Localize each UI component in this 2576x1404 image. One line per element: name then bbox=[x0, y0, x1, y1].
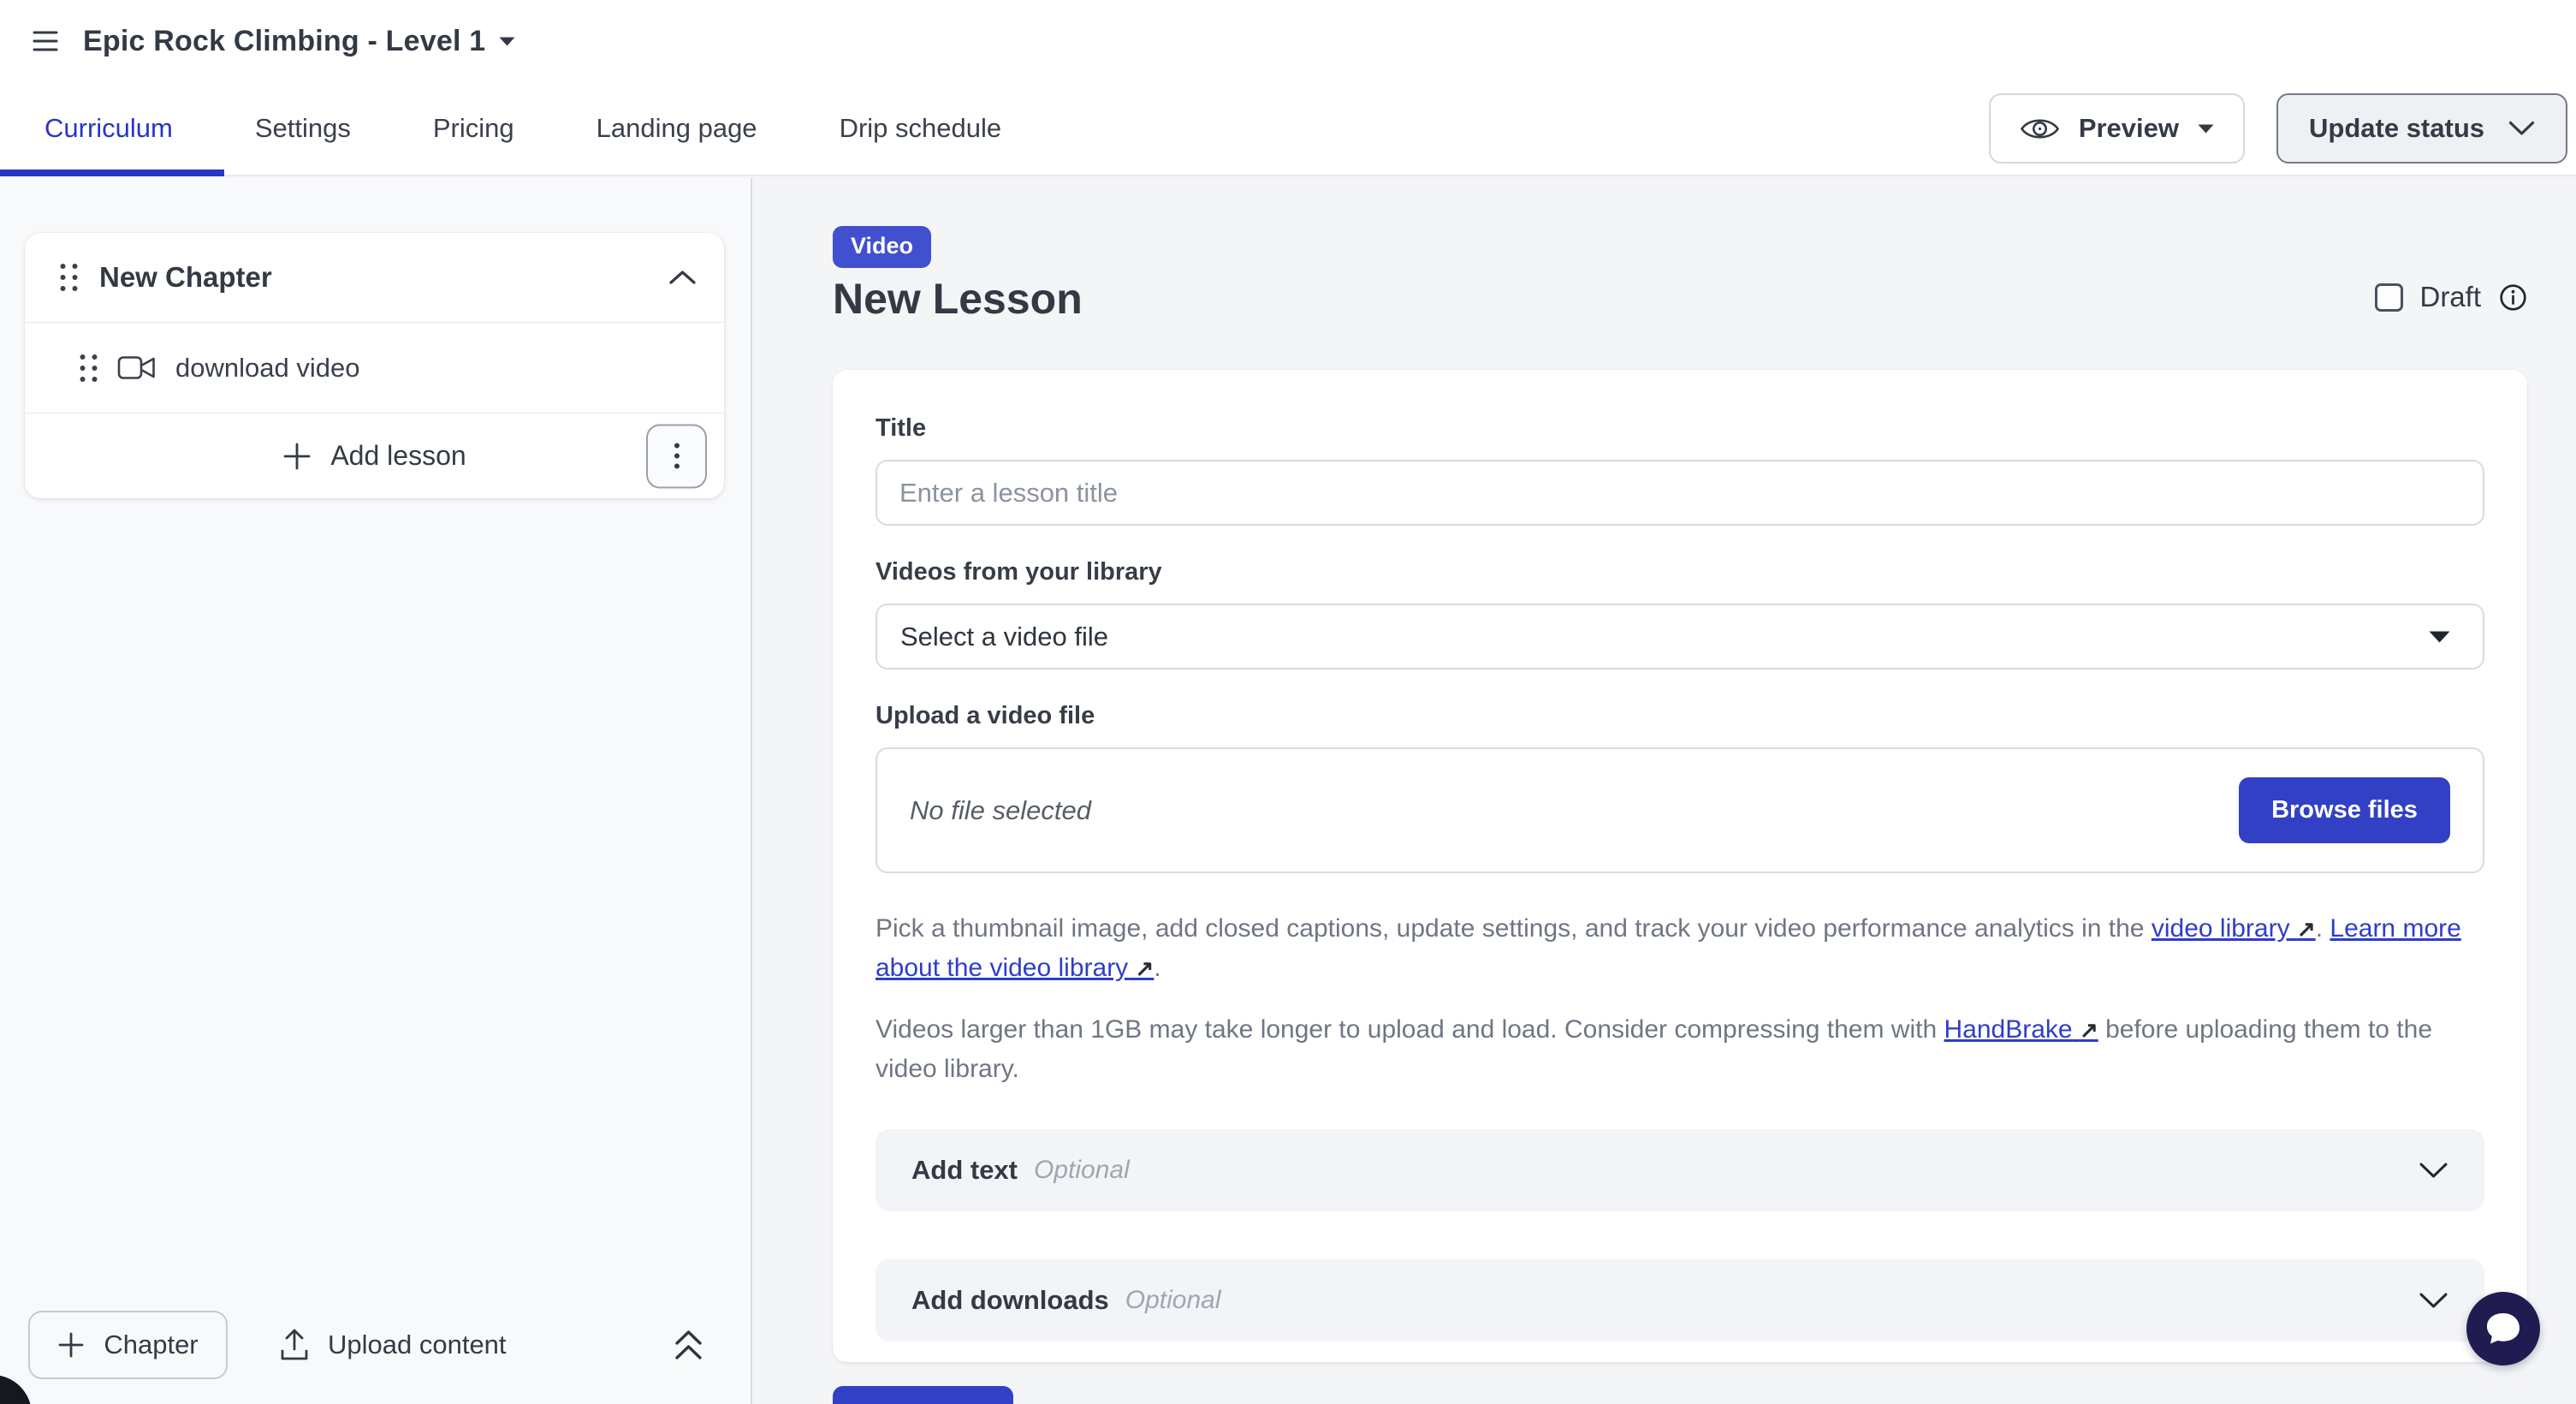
chevron-down-icon bbox=[2508, 121, 2535, 136]
title-field-group: Title bbox=[875, 414, 2484, 526]
help-text: . bbox=[2316, 914, 2330, 943]
add-text-section[interactable]: Add text Optional bbox=[875, 1129, 2484, 1211]
link-label: video library bbox=[2152, 914, 2290, 943]
tab-landing-page[interactable]: Landing page bbox=[597, 113, 757, 144]
upload-field-label: Upload a video file bbox=[875, 702, 2484, 730]
video-camera-icon bbox=[117, 354, 157, 382]
compression-help-paragraph: Videos larger than 1GB may take longer t… bbox=[875, 1010, 2484, 1088]
update-status-label: Update status bbox=[2309, 113, 2484, 144]
drag-handle-icon[interactable] bbox=[59, 262, 79, 293]
top-bar: Epic Rock Climbing - Level 1 bbox=[0, 0, 2576, 82]
curriculum-sidebar: New Chapter bbox=[0, 178, 752, 1404]
video-library-select[interactable]: Select a video file bbox=[875, 604, 2484, 669]
caret-down-icon bbox=[2429, 631, 2450, 643]
preview-button[interactable]: Preview bbox=[1989, 93, 2245, 164]
add-chapter-button[interactable]: Chapter bbox=[28, 1311, 228, 1379]
help-text: Pick a thumbnail image, add closed capti… bbox=[875, 914, 2152, 943]
library-field-group: Videos from your library Select a video … bbox=[875, 558, 2484, 669]
save-lesson-button[interactable]: Save lesson bbox=[833, 1386, 1013, 1404]
help-text: . bbox=[1154, 954, 1160, 982]
hamburger-menu-icon[interactable] bbox=[27, 22, 64, 60]
lesson-page-title: New Lesson bbox=[833, 274, 1083, 324]
video-library-select-value: Select a video file bbox=[900, 622, 1108, 652]
caret-down-icon bbox=[499, 37, 515, 46]
collapse-all-button[interactable] bbox=[674, 1329, 703, 1361]
add-downloads-label: Add downloads bbox=[911, 1285, 1109, 1316]
upload-icon bbox=[278, 1328, 311, 1362]
chapter-card: New Chapter bbox=[25, 233, 724, 498]
plus-icon bbox=[282, 442, 312, 471]
chat-bubble-icon bbox=[2484, 1311, 2523, 1347]
chevron-down-icon bbox=[2419, 1292, 2448, 1309]
lesson-row[interactable]: download video bbox=[25, 323, 724, 413]
lesson-type-badge: Video bbox=[833, 226, 931, 268]
optional-label: Optional bbox=[1125, 1286, 1221, 1315]
add-lesson-row: Add lesson bbox=[25, 413, 724, 498]
link-label: HandBrake bbox=[1944, 1015, 2073, 1044]
tab-bar: Curriculum Settings Pricing Landing page… bbox=[0, 82, 2576, 176]
corner-widget bbox=[0, 1375, 32, 1404]
tab-drip-schedule[interactable]: Drip schedule bbox=[840, 113, 1002, 144]
sidebar-footer: Chapter Upload content bbox=[28, 1311, 703, 1379]
add-lesson-label: Add lesson bbox=[330, 440, 466, 472]
tabs: Curriculum Settings Pricing Landing page… bbox=[45, 113, 1001, 144]
video-help-paragraph: Pick a thumbnail image, add closed capti… bbox=[875, 909, 2484, 988]
file-drop-zone[interactable]: No file selected Browse files bbox=[875, 747, 2484, 873]
eye-icon bbox=[2020, 114, 2060, 144]
add-lesson-button[interactable]: Add lesson bbox=[282, 440, 466, 472]
double-chevron-up-icon bbox=[674, 1329, 703, 1361]
tab-bar-actions: Preview Update status bbox=[1989, 93, 2567, 164]
tab-pricing[interactable]: Pricing bbox=[433, 113, 514, 144]
library-field-label: Videos from your library bbox=[875, 558, 2484, 586]
chevron-up-icon[interactable] bbox=[668, 270, 697, 285]
chapter-options-button[interactable] bbox=[646, 424, 707, 488]
drag-handle-icon[interactable] bbox=[79, 353, 98, 384]
no-file-text: No file selected bbox=[910, 795, 1091, 826]
external-link-icon: ↗ bbox=[2080, 1017, 2098, 1043]
course-switcher[interactable]: Epic Rock Climbing - Level 1 bbox=[83, 25, 515, 58]
lesson-title: download video bbox=[175, 353, 359, 384]
active-tab-underline bbox=[0, 170, 224, 176]
optional-label: Optional bbox=[1034, 1156, 1130, 1185]
tab-settings[interactable]: Settings bbox=[255, 113, 351, 144]
chat-widget-button[interactable] bbox=[2466, 1292, 2540, 1365]
draft-label: Draft bbox=[2419, 281, 2481, 313]
lesson-form-card: Title Videos from your library Select a … bbox=[833, 370, 2527, 1362]
external-link-icon: ↗ bbox=[1136, 955, 1154, 981]
draft-checkbox[interactable] bbox=[2375, 283, 2403, 312]
add-text-label: Add text bbox=[911, 1155, 1018, 1186]
add-chapter-label: Chapter bbox=[104, 1330, 198, 1360]
draft-toggle-group: Draft bbox=[2375, 281, 2527, 313]
preview-button-label: Preview bbox=[2079, 113, 2179, 144]
video-library-link[interactable]: video library ↗ bbox=[2152, 914, 2316, 943]
course-title: Epic Rock Climbing - Level 1 bbox=[83, 25, 485, 58]
browse-files-button[interactable]: Browse files bbox=[2239, 777, 2450, 843]
chapter-header: New Chapter bbox=[25, 233, 724, 323]
tab-curriculum[interactable]: Curriculum bbox=[45, 113, 173, 144]
handbrake-link[interactable]: HandBrake ↗ bbox=[1944, 1015, 2098, 1044]
plus-icon bbox=[57, 1331, 85, 1359]
upload-content-button[interactable]: Upload content bbox=[278, 1328, 507, 1362]
help-text: Videos larger than 1GB may take longer t… bbox=[875, 1015, 1944, 1044]
lesson-title-input[interactable] bbox=[875, 460, 2484, 526]
course-builder-app: Epic Rock Climbing - Level 1 Curriculum … bbox=[0, 0, 2576, 1404]
upload-field-group: Upload a video file No file selected Bro… bbox=[875, 702, 2484, 873]
lesson-heading-group: Video New Lesson bbox=[833, 226, 1083, 324]
title-field-label: Title bbox=[875, 414, 2484, 443]
upload-content-label: Upload content bbox=[328, 1330, 507, 1360]
chapter-title: New Chapter bbox=[99, 261, 272, 294]
add-downloads-section[interactable]: Add downloads Optional bbox=[875, 1259, 2484, 1342]
lesson-editor: Video New Lesson Draft Title bbox=[754, 178, 2576, 1404]
info-icon[interactable] bbox=[2499, 283, 2527, 312]
chevron-down-icon bbox=[2419, 1162, 2448, 1179]
caret-down-icon bbox=[2198, 124, 2214, 134]
lesson-header: Video New Lesson Draft bbox=[833, 226, 2527, 324]
update-status-button[interactable]: Update status bbox=[2276, 93, 2567, 164]
external-link-icon: ↗ bbox=[2297, 916, 2316, 942]
kebab-menu-icon bbox=[674, 443, 680, 470]
